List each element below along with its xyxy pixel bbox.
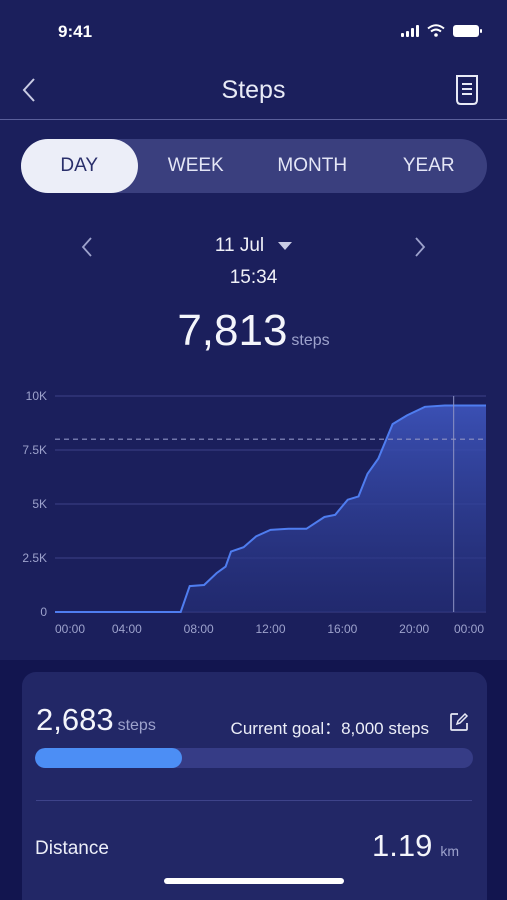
status-icons bbox=[401, 24, 482, 37]
next-date-chevron-right-icon[interactable] bbox=[411, 234, 429, 260]
card-steps-value: 2,683 bbox=[36, 702, 114, 737]
caret-down-icon bbox=[278, 241, 293, 250]
home-indicator bbox=[164, 878, 344, 884]
y-tick-label: 10K bbox=[26, 389, 47, 403]
divider bbox=[36, 800, 472, 801]
battery-icon bbox=[453, 24, 482, 37]
card-steps-unit: steps bbox=[117, 717, 156, 734]
steps-goal-card: 2,683 steps Current goal：8,000 steps Dist… bbox=[22, 672, 487, 900]
selected-time: 15:34 bbox=[229, 267, 278, 288]
tab-day[interactable]: DAY bbox=[21, 139, 138, 193]
document-icon[interactable] bbox=[453, 74, 481, 106]
date-picker[interactable]: 11 Jul bbox=[0, 235, 507, 257]
wifi-icon bbox=[427, 24, 445, 37]
goal-progress-fill bbox=[35, 748, 182, 768]
tab-year[interactable]: YEAR bbox=[371, 139, 488, 193]
x-tick-label: 00:00 bbox=[55, 622, 85, 636]
distance-unit: km bbox=[440, 843, 459, 859]
y-tick-label: 7.5K bbox=[22, 443, 47, 457]
x-tick-label: 00:00 bbox=[454, 622, 484, 636]
date-label: 11 Jul bbox=[214, 235, 265, 256]
distance-value-group: 1.19 km bbox=[372, 828, 459, 864]
x-tick-label: 16:00 bbox=[327, 622, 357, 636]
page-title: Steps bbox=[221, 76, 286, 104]
status-time: 9:41 bbox=[58, 22, 93, 41]
total-steps-value: 7,813 bbox=[177, 306, 288, 355]
y-tick-label: 5K bbox=[32, 497, 47, 511]
period-segmented-control: DAY WEEK MONTH YEAR bbox=[21, 139, 487, 193]
edit-icon[interactable] bbox=[449, 712, 469, 732]
y-tick-label: 2.5K bbox=[22, 551, 47, 565]
tab-month[interactable]: MONTH bbox=[254, 139, 371, 193]
x-tick-label: 08:00 bbox=[184, 622, 214, 636]
x-tick-label: 12:00 bbox=[255, 622, 285, 636]
x-tick-label: 20:00 bbox=[399, 622, 429, 636]
total-steps: 7,813 steps bbox=[0, 306, 507, 356]
tab-week[interactable]: WEEK bbox=[138, 139, 255, 193]
x-tick-label: 04:00 bbox=[112, 622, 142, 636]
status-bar: 9:41 bbox=[0, 0, 507, 60]
signal-icon bbox=[401, 24, 419, 37]
steps-area-chart[interactable]: 0 2.5K 5K 7.5K 10K 00:00 04:00 08:00 12:00 16:00 2… bbox=[0, 380, 507, 645]
steps-area-fill bbox=[55, 405, 486, 612]
total-steps-unit: steps bbox=[291, 332, 330, 349]
navigation-bar: Steps bbox=[0, 60, 507, 120]
distance-value: 1.19 bbox=[371, 828, 433, 863]
date-selector: 11 Jul bbox=[0, 230, 507, 266]
goal-progress-bar bbox=[35, 748, 473, 768]
distance-label: Distance bbox=[35, 838, 109, 859]
y-tick-label: 0 bbox=[40, 605, 47, 619]
card-steps: 2,683 steps bbox=[36, 702, 156, 738]
current-goal-text: Current goal：8,000 steps bbox=[230, 719, 429, 738]
